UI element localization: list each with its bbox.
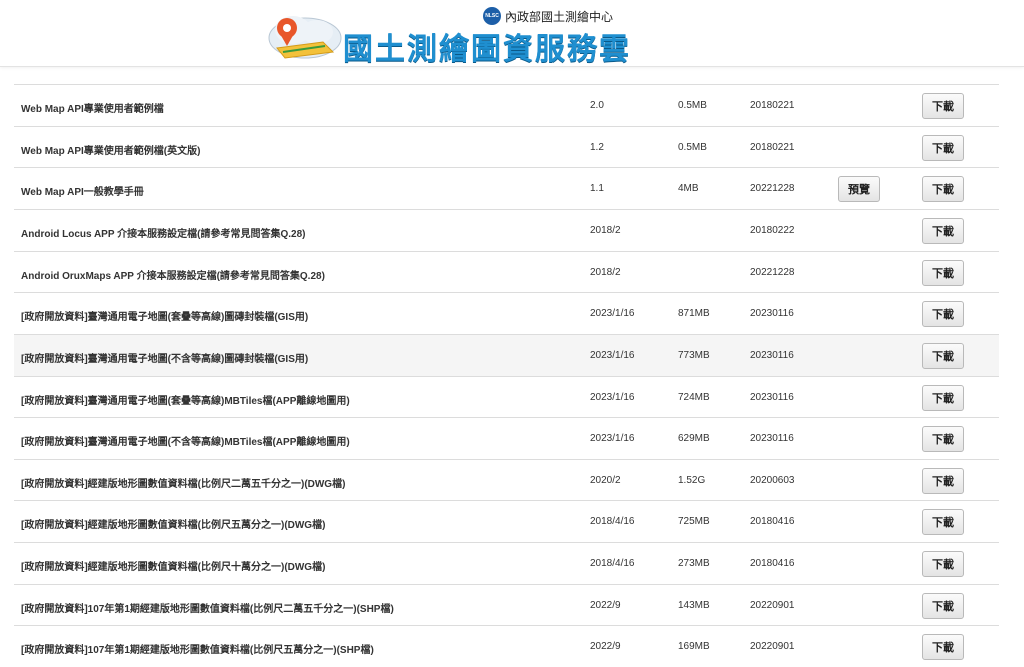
table-row: [政府開放資料]經建版地形圖數值資料檔(比例尺十萬分之一)(DWG檔) 2018/… [14,542,999,584]
download-button[interactable]: 下載 [922,426,964,452]
item-date: 20180221 [750,142,795,153]
item-version: 2018/2 [590,225,621,236]
download-button[interactable]: 下載 [922,634,964,660]
item-date: 20230116 [750,308,794,319]
item-date: 20230116 [750,433,794,444]
item-size: 4MB [678,183,699,194]
table-row: [政府開放資料]107年第1期經建版地形圖數值資料檔(比例尺五萬分之一)(SHP… [14,625,999,667]
download-button[interactable]: 下載 [922,176,964,202]
item-name: Android OruxMaps APP 介接本服務設定檔(請參考常見問答集Q.… [21,271,325,282]
item-version: 2018/4/16 [590,516,635,527]
item-name: [政府開放資料]經建版地形圖數值資料檔(比例尺十萬分之一)(DWG檔) [21,562,326,573]
item-date: 20180416 [750,516,795,527]
item-size: 629MB [678,433,710,444]
item-date: 20221228 [750,267,795,278]
item-date: 20230116 [750,350,794,361]
item-name: [政府開放資料]經建版地形圖數值資料檔(比例尺五萬分之一)(DWG檔) [21,520,326,531]
org-name: 內政部國土測繪中心 [505,9,614,24]
download-button[interactable]: 下載 [922,551,964,577]
item-version: 2023/1/16 [590,350,635,361]
item-name: [政府開放資料]107年第1期經建版地形圖數值資料檔(比例尺五萬分之一)(SHP… [21,645,374,656]
table-row: [政府開放資料]臺灣通用電子地圖(不含等高線)MBTiles檔(APP離線地圖用… [14,417,999,459]
item-version: 2018/4/16 [590,558,635,569]
item-name: [政府開放資料]107年第1期經建版地形圖數值資料檔(比例尺二萬五千分之一)(S… [21,604,394,615]
item-date: 20230116 [750,392,794,403]
item-name: Web Map API專業使用者範例檔 [21,104,164,115]
download-button[interactable]: 下載 [922,593,964,619]
item-version: 2018/2 [590,267,621,278]
item-size: 724MB [678,392,710,403]
item-version: 1.1 [590,183,604,194]
item-size: 143MB [678,600,710,611]
download-button[interactable]: 下載 [922,93,964,119]
item-name: [政府開放資料]臺灣通用電子地圖(不含等高線)MBTiles檔(APP離線地圖用… [21,437,350,448]
item-size: 1.52G [678,475,706,486]
item-version: 2023/1/16 [590,433,635,444]
preview-button[interactable]: 預覽 [838,176,880,202]
table-row: [政府開放資料]107年第1期經建版地形圖數值資料檔(比例尺二萬五千分之一)(S… [14,584,999,626]
item-size: 725MB [678,516,710,527]
item-name: Android Locus APP 介接本服務設定檔(請參考常見問答集Q.28) [21,229,306,240]
cloud-map-icon [268,16,342,59]
table-row: [政府開放資料]經建版地形圖數值資料檔(比例尺五萬分之一)(DWG檔) 2018/… [14,500,999,542]
table-row: Web Map API專業使用者範例檔 2.0 0.5MB 20180221 下載 [14,84,999,126]
site-title: 國土測繪圖資服務雲 [343,32,631,67]
item-version: 2.0 [590,100,604,111]
item-date: 20180416 [750,558,795,569]
item-name: [政府開放資料]臺灣通用電子地圖(不含等高線)圖磚封裝檔(GIS用) [21,354,309,365]
item-name: [政府開放資料]臺灣通用電子地圖(套疊等高線)圖磚封裝檔(GIS用) [21,312,309,323]
item-date: 20180222 [750,225,795,236]
item-version: 2023/1/16 [590,308,635,319]
table-row: [政府開放資料]臺灣通用電子地圖(套疊等高線)圖磚封裝檔(GIS用) 2023/1… [14,292,999,334]
item-size: 169MB [678,641,710,652]
table-row: Web Map API專業使用者範例檔(英文版) 1.2 0.5MB 20180221… [14,126,999,168]
site-logo[interactable]: NLSC 內政部國土測繪中心 國土測繪圖資服務雲 [263,4,643,67]
item-date: 20180221 [750,100,795,111]
table-row: Android OruxMaps APP 介接本服務設定檔(請參考常見問答集Q.… [14,251,999,293]
download-button[interactable]: 下載 [922,509,964,535]
table-row: [政府開放資料]臺灣通用電子地圖(不含等高線)圖磚封裝檔(GIS用) 2023/1… [14,334,999,376]
item-date: 20220901 [750,641,795,652]
download-button[interactable]: 下載 [922,468,964,494]
item-size: 273MB [678,558,710,569]
item-version: 2020/2 [590,475,621,486]
item-version: 2022/9 [590,600,621,611]
table-row: Web Map API一般教學手冊 1.1 4MB 20221228 預覽 下載 [14,167,999,209]
item-size: 0.5MB [678,142,707,153]
table-row: [政府開放資料]臺灣通用電子地圖(套疊等高線)MBTiles檔(APP離線地圖用… [14,376,999,418]
download-button[interactable]: 下載 [922,385,964,411]
item-date: 20221228 [750,183,795,194]
item-name: Web Map API專業使用者範例檔(英文版) [21,146,201,157]
item-name: Web Map API一般教學手冊 [21,187,144,198]
item-size: 871MB [678,308,710,319]
item-version: 2023/1/16 [590,392,635,403]
download-button[interactable]: 下載 [922,218,964,244]
download-button[interactable]: 下載 [922,343,964,369]
item-name: [政府開放資料]臺灣通用電子地圖(套疊等高線)MBTiles檔(APP離線地圖用… [21,396,350,407]
item-date: 20200603 [750,475,795,486]
org-badge: NLSC 內政部國土測繪中心 [483,7,613,25]
item-version: 2022/9 [590,641,621,652]
download-button[interactable]: 下載 [922,135,964,161]
item-date: 20220901 [750,600,795,611]
item-version: 1.2 [590,142,604,153]
table-row: [政府開放資料]經建版地形圖數值資料檔(比例尺二萬五千分之一)(DWG檔) 202… [14,459,999,501]
item-name: [政府開放資料]經建版地形圖數值資料檔(比例尺二萬五千分之一)(DWG檔) [21,479,346,490]
table-row: Android Locus APP 介接本服務設定檔(請參考常見問答集Q.28)… [14,209,999,251]
item-size: 773MB [678,350,710,361]
download-button[interactable]: 下載 [922,301,964,327]
download-button[interactable]: 下載 [922,260,964,286]
item-size: 0.5MB [678,100,707,111]
nlsc-logo-icon: NLSC [483,7,501,25]
site-header: NLSC 內政部國土測繪中心 國土測繪圖資服務雲 [0,0,1024,67]
